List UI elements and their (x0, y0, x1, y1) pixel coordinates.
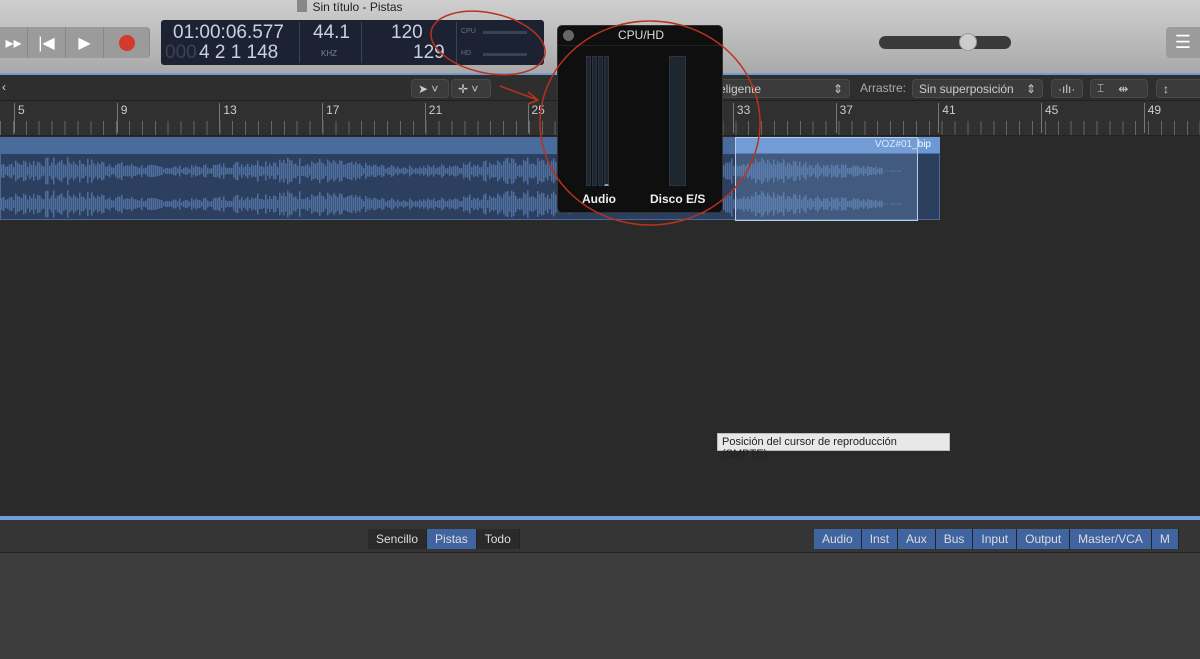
master-volume-slider[interactable] (879, 33, 1011, 51)
lcd-display[interactable]: 01:00:06.577 000 4 2 1 148 44.1 KHZ 120 … (161, 20, 544, 65)
core-meter (592, 56, 597, 186)
filter-aux[interactable]: Aux (898, 529, 936, 549)
marquee-selection[interactable] (735, 137, 918, 221)
drag-menu[interactable]: Sin superposición ⇕ (912, 79, 1043, 98)
cpu-meter[interactable] (483, 31, 527, 34)
core-meter (598, 56, 603, 186)
drag-label: Arrastre: (860, 81, 907, 95)
bar-position[interactable]: 4 2 1 148 (199, 42, 278, 64)
vertical-zoom-slider[interactable]: ↕ (1156, 79, 1200, 98)
slider-knob[interactable] (959, 33, 977, 51)
sample-rate: 44.1 (313, 22, 350, 43)
record-icon (118, 34, 135, 51)
crosshair-tool-menu[interactable]: ✛ ˅ (451, 79, 491, 98)
audio-meter (586, 56, 609, 186)
filter-segment: Audio Inst Aux Bus Input Output Master/VCA M (814, 520, 1179, 549)
filter-m[interactable]: M (1151, 529, 1179, 549)
document-icon (297, 0, 308, 12)
smpte-time[interactable]: 01:00:06.577 (173, 22, 284, 44)
vertical-arrows-icon: ↕ (1163, 81, 1169, 96)
fast-forward-button[interactable]: ▸▸ (0, 27, 28, 58)
filter-output[interactable]: Output (1017, 529, 1071, 549)
audio-label: Audio (582, 192, 616, 206)
crosshair-icon: ✛ ˅ (458, 81, 479, 96)
sample-unit: KHZ (321, 49, 337, 58)
waveform-icon: ·ılı· (1058, 81, 1076, 96)
filter-input[interactable]: Input (973, 529, 1018, 549)
cpu-hd-window[interactable]: CPU/HD Audio Disco E/S (557, 25, 723, 213)
hd-meter[interactable] (483, 53, 527, 56)
cpu-label: CPU (461, 28, 476, 35)
tempo-sub: 129 (413, 42, 445, 63)
filter-bus[interactable]: Bus (935, 529, 974, 549)
play-button[interactable]: ▶ (66, 27, 104, 58)
filter-inst[interactable]: Inst (861, 529, 899, 549)
core-meter (586, 56, 591, 186)
zoom-fit-buttons[interactable]: ⌶ ⇹ (1090, 79, 1148, 98)
fit-horizontal-icon: ⇹ (1118, 81, 1129, 96)
view-todo[interactable]: Todo (476, 529, 520, 549)
view-sencillo[interactable]: Sencillo (368, 529, 428, 549)
view-pistas[interactable]: Pistas (427, 529, 477, 549)
list-icon: ☰ (1174, 32, 1192, 52)
core-meter (604, 56, 609, 186)
divider (456, 22, 457, 63)
window-title: Sin título - Pistas (0, 0, 700, 14)
go-to-start-button[interactable]: |◀ (28, 27, 66, 58)
tooltip: Posición del cursor de reproducción (SMP… (717, 433, 950, 460)
bars-dim: 000 (165, 42, 197, 63)
disk-label: Disco E/S (650, 192, 706, 206)
view-segment: Sencillo Pistas Todo (368, 520, 520, 549)
chevron-left-icon[interactable]: ‹ (2, 80, 6, 94)
record-button[interactable] (104, 27, 150, 58)
divider (558, 45, 722, 46)
filter-audio[interactable]: Audio (814, 529, 862, 549)
fit-vertical-icon: ⌶ (1097, 81, 1105, 95)
hd-label: HD (461, 50, 472, 57)
drag-value: Sin superposición (919, 81, 1014, 96)
divider (361, 22, 362, 63)
pointer-tool-menu[interactable]: ➤ ˅ (411, 79, 449, 98)
list-editors-button[interactable]: ☰ (1166, 27, 1200, 58)
updown-icon: ⇕ (1025, 81, 1036, 96)
filter-master-vca[interactable]: Master/VCA (1070, 529, 1152, 549)
mixer-area (0, 553, 1200, 659)
snap-value: eligente (719, 81, 762, 96)
waveform-zoom-button[interactable]: ·ılı· (1051, 79, 1083, 98)
divider (299, 22, 300, 63)
updown-icon: ⇕ (832, 81, 843, 96)
disk-meter (669, 56, 686, 186)
tempo[interactable]: 120 (391, 22, 423, 44)
pointer-icon: ➤ ˅ (418, 81, 439, 96)
popup-title: CPU/HD (617, 28, 664, 42)
mixer-toolbar: Sencillo Pistas Todo Audio Inst Aux Bus Input O… (0, 520, 1200, 553)
